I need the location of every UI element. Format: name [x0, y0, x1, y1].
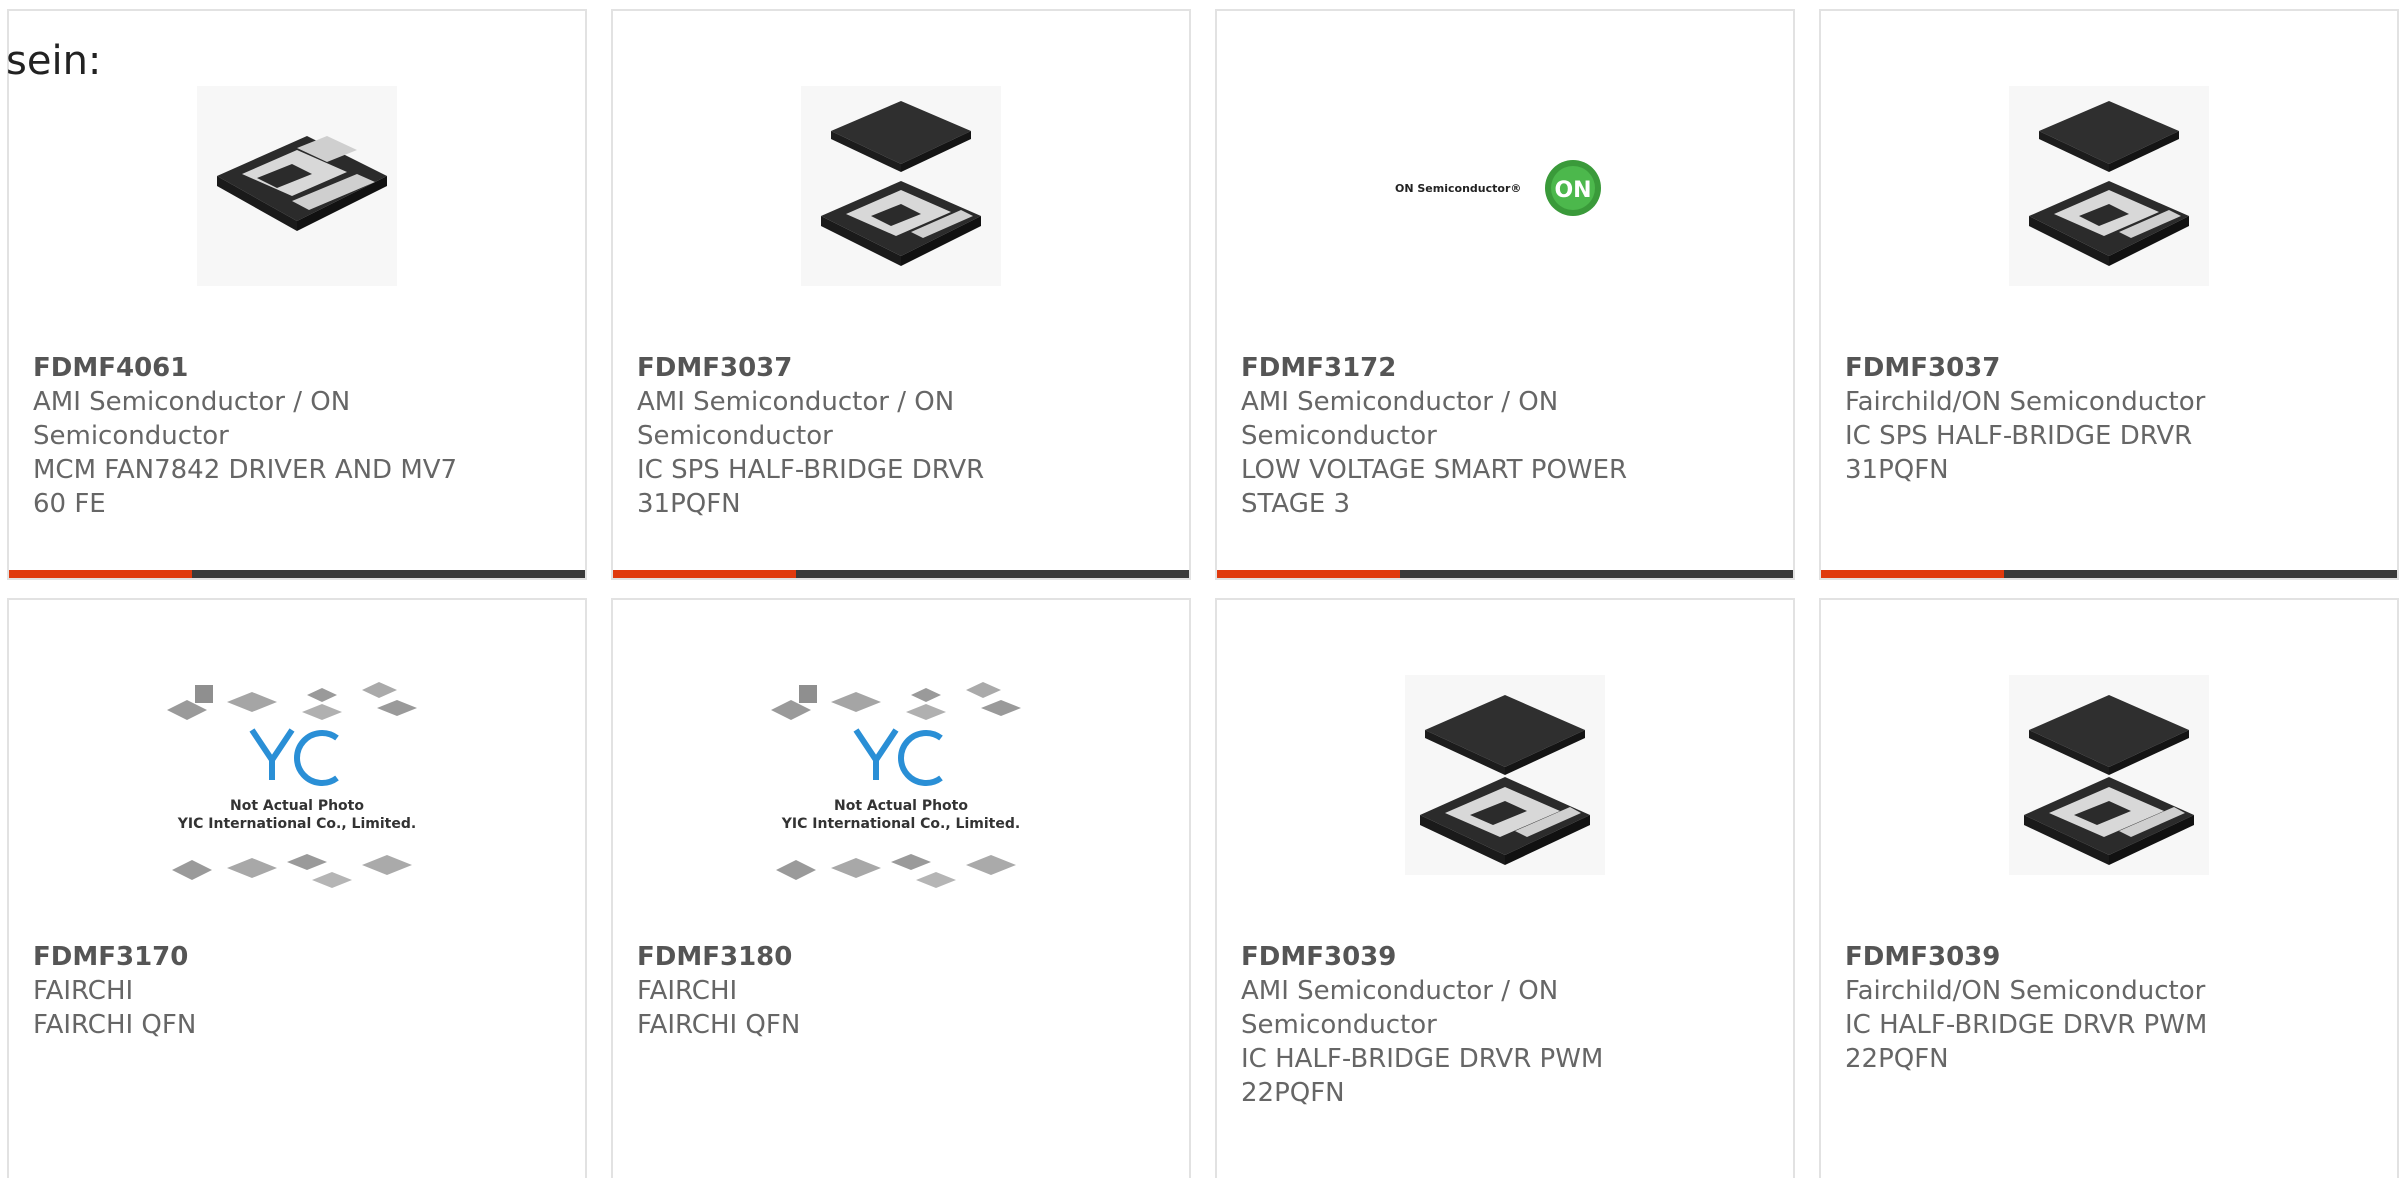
- yic-placeholder-icon: Not Actual Photo YIC International Co., …: [771, 682, 1021, 888]
- card-bar-accent: [1821, 570, 2004, 578]
- manufacturer: AMI Semiconductor / ON Semiconductor: [1241, 387, 1559, 451]
- product-card[interactable]: FDMF3037 AMI Semiconductor / ON Semicond…: [611, 9, 1191, 580]
- qfn-chip-top-bottom-view-icon: [2009, 675, 2209, 875]
- on-semiconductor-logo-icon: ON Semiconductor® ON: [1395, 160, 1601, 216]
- qfn-chip-top-bottom-view-icon: [2009, 86, 2209, 286]
- product-card[interactable]: FDMF3037 Fairchild/ON Semiconductor IC S…: [1819, 9, 2399, 580]
- description: IC HALF-BRIDGE DRVR PWM 22PQFN: [1241, 1044, 1604, 1108]
- description: MCM FAN7842 DRIVER AND MV7 60 FE: [33, 455, 458, 519]
- manufacturer: Fairchild/ON Semiconductor: [1845, 387, 2206, 417]
- card-bar-accent: [1217, 570, 1400, 578]
- card-bar: [1821, 570, 2397, 578]
- part-number[interactable]: FDMF3170: [33, 940, 473, 974]
- logo-text: ON Semiconductor®: [1395, 182, 1521, 195]
- manufacturer: AMI Semiconductor / ON Semiconductor: [33, 387, 351, 451]
- placeholder-line1: Not Actual Photo: [230, 798, 364, 814]
- part-number[interactable]: FDMF3037: [637, 351, 1077, 385]
- placeholder-line2: YIC International Co., Limited.: [177, 816, 416, 832]
- product-card[interactable]: FDMF3039 AMI Semiconductor / ON Semicond…: [1215, 598, 1795, 1178]
- placeholder-line2: YIC International Co., Limited.: [781, 816, 1020, 832]
- yic-placeholder-icon: Not Actual Photo YIC International Co., …: [167, 682, 417, 888]
- qfn-chip-bottom-view-icon: [197, 86, 397, 286]
- manufacturer: AMI Semiconductor / ON Semiconductor: [1241, 976, 1559, 1040]
- card-bar: [9, 570, 585, 578]
- description: FAIRCHI QFN: [637, 1010, 801, 1040]
- product-card[interactable]: Not Actual Photo YIC International Co., …: [7, 598, 587, 1178]
- product-card[interactable]: Not Actual Photo YIC International Co., …: [611, 598, 1191, 1178]
- product-image[interactable]: [9, 81, 585, 291]
- card-bar: [613, 570, 1189, 578]
- qfn-chip-top-bottom-view-icon: [1405, 675, 1605, 875]
- product-image[interactable]: [1821, 81, 2397, 291]
- manufacturer: AMI Semiconductor / ON Semiconductor: [637, 387, 955, 451]
- part-number[interactable]: FDMF3039: [1845, 940, 2285, 974]
- product-image[interactable]: Not Actual Photo YIC International Co., …: [613, 682, 1189, 900]
- part-number[interactable]: FDMF3037: [1845, 351, 2285, 385]
- part-number[interactable]: FDMF3172: [1241, 351, 1681, 385]
- product-image[interactable]: [1217, 670, 1793, 880]
- logo-badge: ON: [1554, 178, 1591, 203]
- part-number[interactable]: FDMF3180: [637, 940, 1077, 974]
- intro-text: sein:: [6, 38, 102, 84]
- product-image[interactable]: ON Semiconductor® ON: [1217, 81, 1793, 291]
- placeholder-line1: Not Actual Photo: [834, 798, 968, 814]
- part-number[interactable]: FDMF3039: [1241, 940, 1681, 974]
- qfn-chip-top-bottom-view-icon: [801, 86, 1001, 286]
- card-bar-accent: [9, 570, 192, 578]
- manufacturer: FAIRCHI: [637, 976, 738, 1006]
- product-card[interactable]: ON Semiconductor® ON FDMF3172 AMI Semico…: [1215, 9, 1795, 580]
- product-image[interactable]: Not Actual Photo YIC International Co., …: [9, 682, 585, 900]
- description: LOW VOLTAGE SMART POWER STAGE 3: [1241, 455, 1628, 519]
- card-bar: [1217, 570, 1793, 578]
- product-image[interactable]: [613, 81, 1189, 291]
- card-bar-accent: [613, 570, 796, 578]
- description: IC HALF-BRIDGE DRVR PWM 22PQFN: [1845, 1010, 2208, 1074]
- description: IC SPS HALF-BRIDGE DRVR 31PQFN: [637, 455, 985, 519]
- part-number[interactable]: FDMF4061: [33, 351, 473, 385]
- manufacturer: Fairchild/ON Semiconductor: [1845, 976, 2206, 1006]
- product-card[interactable]: FDMF4061 AMI Semiconductor / ON Semicond…: [7, 9, 587, 580]
- product-card[interactable]: FDMF3039 Fairchild/ON Semiconductor IC H…: [1819, 598, 2399, 1178]
- description: IC SPS HALF-BRIDGE DRVR 31PQFN: [1845, 421, 2193, 485]
- description: FAIRCHI QFN: [33, 1010, 197, 1040]
- manufacturer: FAIRCHI: [33, 976, 134, 1006]
- product-image[interactable]: [1821, 670, 2397, 880]
